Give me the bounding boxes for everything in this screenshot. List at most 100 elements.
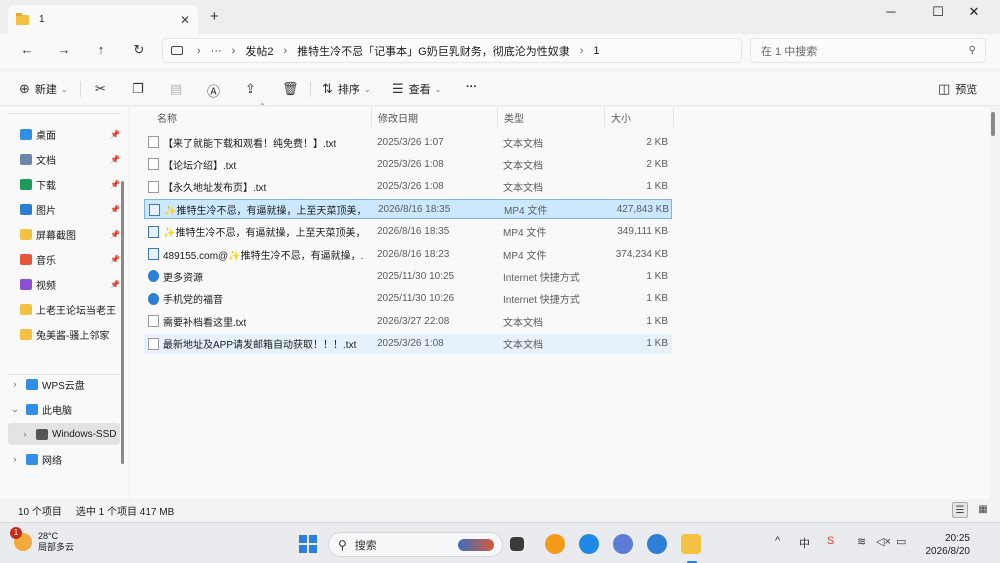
sidebar-tree-item-2[interactable]: ⌄ 此电脑 xyxy=(8,398,120,420)
close-window-button[interactable]: ✕ xyxy=(964,4,984,20)
file-modified: 2025/3/26 1:08 xyxy=(377,338,444,350)
sidebar-tree-item-4[interactable]: › 网络 xyxy=(8,448,120,470)
pin-icon[interactable]: 📌 xyxy=(110,130,120,139)
sidebar-item-8[interactable]: 上老王论坛当老王 xyxy=(8,298,120,320)
wifi-icon[interactable]: ≋ xyxy=(857,535,866,548)
new-tab-button[interactable]: + xyxy=(210,8,219,25)
sidebar-scrollbar[interactable] xyxy=(121,181,124,464)
wps-tray-icon[interactable]: S xyxy=(827,535,834,547)
pin-icon[interactable]: 📌 xyxy=(110,155,120,164)
column-header-size[interactable]: 大小 xyxy=(605,107,674,127)
text-file-icon xyxy=(148,337,159,350)
column-header-name[interactable]: 名称 xyxy=(151,107,372,127)
forward-button[interactable]: → xyxy=(56,42,72,57)
rename-button[interactable]: Ⓐ xyxy=(207,81,225,100)
taskbar-search[interactable]: ⚲ 搜索 xyxy=(328,532,503,557)
breadcrumb-item[interactable]: 推特生冷不忌「记事本」G奶巨乳财务，彻底沦为性奴隶 xyxy=(297,43,570,59)
tiles-view-button[interactable]: ▦ xyxy=(975,502,991,518)
column-header-modified[interactable]: 修改日期 xyxy=(372,107,498,127)
expand-chevron-icon[interactable]: › xyxy=(18,429,32,439)
close-tab-icon[interactable]: ✕ xyxy=(180,13,190,27)
expand-chevron-icon[interactable]: ⌄ xyxy=(8,404,22,415)
breadcrumb-item[interactable]: 发帖2 xyxy=(245,43,273,59)
app-blue-icon[interactable] xyxy=(647,534,667,554)
sidebar-tree-item-3[interactable]: › Windows-SSD xyxy=(8,423,120,445)
task-view-icon[interactable] xyxy=(510,537,524,551)
pin-icon[interactable]: 📌 xyxy=(110,205,120,214)
file-row[interactable]: 【来了就能下载和观看！纯免费！】.txt 2025/3/26 1:07 文本文档 2 … xyxy=(144,132,672,152)
tab-current-folder[interactable]: 1 ✕ xyxy=(8,5,198,34)
share-button[interactable]: ⇪ xyxy=(245,81,261,97)
sidebar-item-7[interactable]: 视频 📌 xyxy=(8,273,120,295)
preview-pane-button[interactable]: ◫ 预览 xyxy=(938,81,977,97)
selection-info: 选中 1 个项目 417 MB xyxy=(75,507,175,518)
file-modified: 2025/11/30 10:25 xyxy=(377,270,455,282)
pin-icon[interactable]: 📌 xyxy=(110,180,120,189)
sidebar-item-9[interactable]: 兔美酱-骚上邻家 xyxy=(8,323,120,345)
maximize-button[interactable]: ☐ xyxy=(928,4,948,20)
pin-icon[interactable]: 📌 xyxy=(110,230,120,239)
sidebar-download-icon xyxy=(20,178,32,190)
file-row[interactable]: 最新地址及APP请发邮箱自动获取！！！.txt 2025/3/26 1:08 文本文… xyxy=(144,333,672,354)
navigation-bar: ← → ↑ ↻ › ··· › 发帖2 › 推特生冷不忌「记事本」G奶巨乳财务，… xyxy=(0,34,1000,68)
up-button[interactable]: ↑ xyxy=(93,42,109,57)
weather-widget[interactable]: 1 28°C 局部多云 xyxy=(10,527,74,553)
file-row[interactable]: ✨推特生冷不忌，有逼就操，上至天菜顶美，... 2026/8/16 18:35 MP… xyxy=(144,222,672,242)
pin-icon[interactable]: 📌 xyxy=(110,255,120,264)
start-button[interactable] xyxy=(299,535,317,553)
file-size: 2 KB xyxy=(646,158,668,170)
sidebar-item-4[interactable]: 图片 📌 xyxy=(8,198,120,220)
tray-overflow-icon[interactable]: ^ xyxy=(775,535,780,547)
breadcrumb-more[interactable]: ··· xyxy=(211,45,222,57)
browser-icon[interactable] xyxy=(579,534,599,554)
search-highlight-icon xyxy=(458,538,494,551)
back-button[interactable]: ← xyxy=(19,42,35,57)
sidebar-item-6[interactable]: 音乐 📌 xyxy=(8,248,120,270)
file-row[interactable]: 【永久地址发布页】.txt 2025/3/26 1:08 文本文档 1 KB xyxy=(144,177,672,197)
pin-icon[interactable]: 📌 xyxy=(110,280,120,289)
file-row[interactable]: 489155.com@✨推特生冷不忌，有逼就操，... 2026/8/16 18:… xyxy=(144,244,672,264)
navigation-pane: 桌面 📌 文档 📌 下载 📌 图片 📌 屏幕截图 📌 音乐 📌 视频 📌 上老王论坛当老王 兔美酱-骚上邻家 … xyxy=(0,107,128,499)
clock[interactable]: 20:25 2026/8/20 xyxy=(918,532,971,558)
minimize-button[interactable]: ─ xyxy=(881,4,901,19)
weather-icon: 1 xyxy=(10,527,32,551)
input-method-icon[interactable]: 中 xyxy=(799,535,810,551)
file-row[interactable]: ✨推特生冷不忌，有逼就操，上至天菜顶美，... 2026/8/16 18:35 MP… xyxy=(144,199,672,220)
file-explorer-taskbar-icon[interactable] xyxy=(681,534,701,554)
file-size: 1 KB xyxy=(646,293,668,305)
file-row[interactable]: 【论坛介绍】.txt 2025/3/26 1:08 文本文档 2 KB xyxy=(144,154,672,174)
text-file-icon xyxy=(148,136,159,148)
expand-chevron-icon[interactable]: › xyxy=(8,379,22,389)
column-header-type[interactable]: 类型 xyxy=(498,107,605,127)
sidebar-item-5[interactable]: 屏幕截图 📌 xyxy=(8,223,120,245)
app-network-icon[interactable] xyxy=(613,534,633,554)
battery-icon[interactable]: ▭ xyxy=(896,535,906,548)
address-bar[interactable]: › ··· › 发帖2 › 推特生冷不忌「记事本」G奶巨乳财务，彻底沦为性奴隶 … xyxy=(162,38,742,63)
view-button[interactable]: ☰ 查看 ⌄ xyxy=(392,81,441,97)
file-row[interactable]: 手机党的福音 2025/11/30 10:26 Internet 快捷方式 1 KB xyxy=(144,289,672,309)
breadcrumb-item[interactable]: 1 xyxy=(593,45,599,57)
file-row[interactable]: 需要补档看这里.txt 2026/3/27 22:08 文本文档 1 KB xyxy=(144,311,672,331)
delete-button[interactable]: 🗑 xyxy=(282,81,304,97)
app-orange-icon[interactable] xyxy=(545,534,565,554)
refresh-button[interactable]: ↻ xyxy=(131,42,147,58)
file-row[interactable]: 更多资源 2025/11/30 10:25 Internet 快捷方式 1 KB xyxy=(144,266,672,286)
breadcrumb-separator: › xyxy=(579,44,584,57)
more-options-button[interactable]: ··· xyxy=(466,81,477,93)
sidebar-item-2[interactable]: 文档 📌 xyxy=(8,148,120,170)
cut-button[interactable]: ✂ xyxy=(95,81,111,97)
new-button[interactable]: ⊕ 新建 ⌄ xyxy=(19,81,68,97)
expand-chevron-icon[interactable]: › xyxy=(8,454,22,464)
volume-muted-icon[interactable]: ◁× xyxy=(876,535,891,548)
sidebar-item-1[interactable]: 桌面 📌 xyxy=(8,123,120,145)
copy-button[interactable]: ❐ xyxy=(132,81,149,97)
sidebar-tree-item-1[interactable]: › WPS云盘 xyxy=(8,373,120,395)
sidebar-item-label: 网络 xyxy=(42,455,62,467)
paste-button[interactable]: ▤ xyxy=(170,81,187,97)
file-list-scrollbar[interactable] xyxy=(991,112,995,136)
search-input[interactable]: 在 1 中搜索 ⚲ xyxy=(750,38,986,63)
sidebar-item-3[interactable]: 下载 📌 xyxy=(8,173,120,195)
sidebar-item-label: 兔美酱-骚上邻家 xyxy=(36,330,110,342)
details-view-button[interactable]: ☰ xyxy=(952,502,968,518)
sort-button[interactable]: ⇅ 排序 ⌄ xyxy=(322,81,371,97)
